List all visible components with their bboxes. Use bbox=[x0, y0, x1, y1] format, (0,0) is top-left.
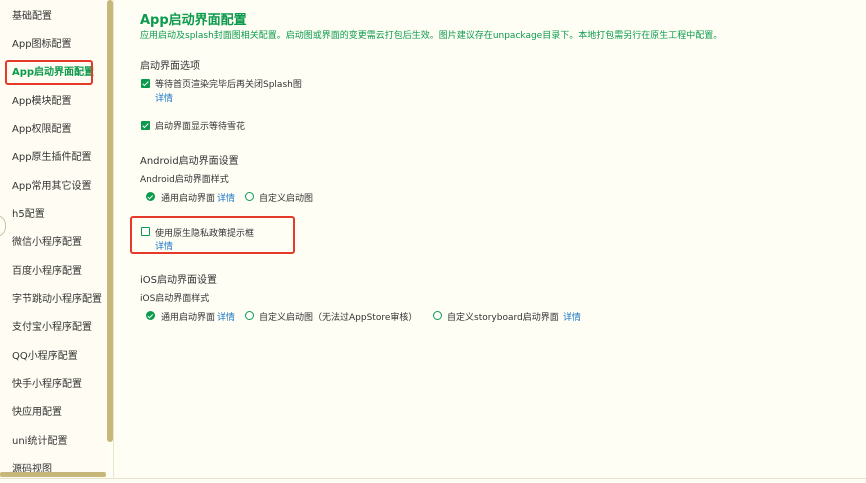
sidebar-item-h5[interactable]: h5配置 bbox=[12, 205, 45, 225]
sidebar-item-weixin-mp[interactable]: 微信小程序配置 bbox=[12, 233, 82, 253]
wait-first-page-checkbox[interactable] bbox=[141, 79, 150, 88]
ios-radio-custom-image[interactable] bbox=[245, 311, 254, 320]
ios-storyboard-detail-link[interactable]: 详情 bbox=[563, 310, 581, 323]
active-item-highlight bbox=[5, 60, 93, 85]
sidebar-divider bbox=[113, 0, 114, 478]
page-description: 应用启动及splash封面图相关配置。启动图或界面的变更需云打包后生效。图片建议… bbox=[140, 31, 723, 41]
ios-radio-default[interactable] bbox=[146, 311, 155, 320]
sidebar-item-baidu-mp[interactable]: 百度小程序配置 bbox=[12, 262, 82, 282]
sidebar-item-app-permissions[interactable]: App权限配置 bbox=[12, 120, 72, 140]
show-waiting-checkbox[interactable] bbox=[141, 121, 150, 130]
android-option-custom-label: 自定义启动图 bbox=[259, 194, 314, 204]
sidebar-item-kuaishou-mp[interactable]: 快手小程序配置 bbox=[12, 375, 82, 395]
android-option-default-label: 通用启动界面 bbox=[161, 194, 216, 204]
sidebar-item-app-native-plugins[interactable]: App原生插件配置 bbox=[12, 148, 92, 168]
bottom-divider bbox=[0, 478, 866, 479]
ios-section-title: iOS启动界面设置 bbox=[140, 275, 217, 286]
page-title: App启动界面配置 bbox=[140, 13, 247, 28]
ios-option-storyboard-label: 自定义storyboard启动界面 bbox=[447, 313, 559, 323]
horizontal-scrollbar[interactable] bbox=[0, 472, 106, 477]
sidebar-item-uni-stat[interactable]: uni统计配置 bbox=[12, 432, 67, 452]
ios-default-detail-link[interactable]: 详情 bbox=[217, 310, 235, 323]
android-section-title: Android启动界面设置 bbox=[140, 156, 239, 167]
wait-first-page-detail-link[interactable]: 详情 bbox=[155, 91, 173, 104]
sidebar-item-app-icon[interactable]: App图标配置 bbox=[12, 35, 72, 55]
sidebar: 基础配置 App图标配置 App启动界面配置 App模块配置 App权限配置 A… bbox=[0, 0, 106, 478]
sidebar-item-app-modules[interactable]: App模块配置 bbox=[12, 92, 72, 112]
show-waiting-label: 启动界面显示等待雪花 bbox=[155, 122, 246, 132]
sidebar-item-quickapp[interactable]: 快应用配置 bbox=[12, 403, 62, 423]
sidebar-item-basic[interactable]: 基础配置 bbox=[12, 7, 52, 27]
privacy-option-highlight bbox=[130, 216, 295, 254]
ios-style-label: iOS启动界面样式 bbox=[140, 294, 210, 304]
wait-first-page-label: 等待首页渲染完毕后再关闭Splash图 bbox=[155, 80, 302, 90]
android-default-detail-link[interactable]: 详情 bbox=[217, 191, 235, 204]
android-radio-custom[interactable] bbox=[245, 192, 254, 201]
android-style-label: Android启动界面样式 bbox=[140, 175, 229, 185]
sidebar-item-alipay-mp[interactable]: 支付宝小程序配置 bbox=[12, 318, 92, 338]
ios-option-default-label: 通用启动界面 bbox=[161, 313, 216, 323]
ios-option-custom-image-label: 自定义启动图（无法过AppStore审核） bbox=[259, 313, 418, 323]
splash-options-title: 启动界面选项 bbox=[140, 61, 200, 72]
android-radio-default[interactable] bbox=[146, 192, 155, 201]
sidebar-item-toutiao-mp[interactable]: 字节跳动小程序配置 bbox=[12, 290, 102, 310]
sidebar-item-qq-mp[interactable]: QQ小程序配置 bbox=[12, 347, 78, 367]
sidebar-item-app-other-settings[interactable]: App常用其它设置 bbox=[12, 177, 92, 197]
ios-radio-storyboard[interactable] bbox=[433, 311, 442, 320]
